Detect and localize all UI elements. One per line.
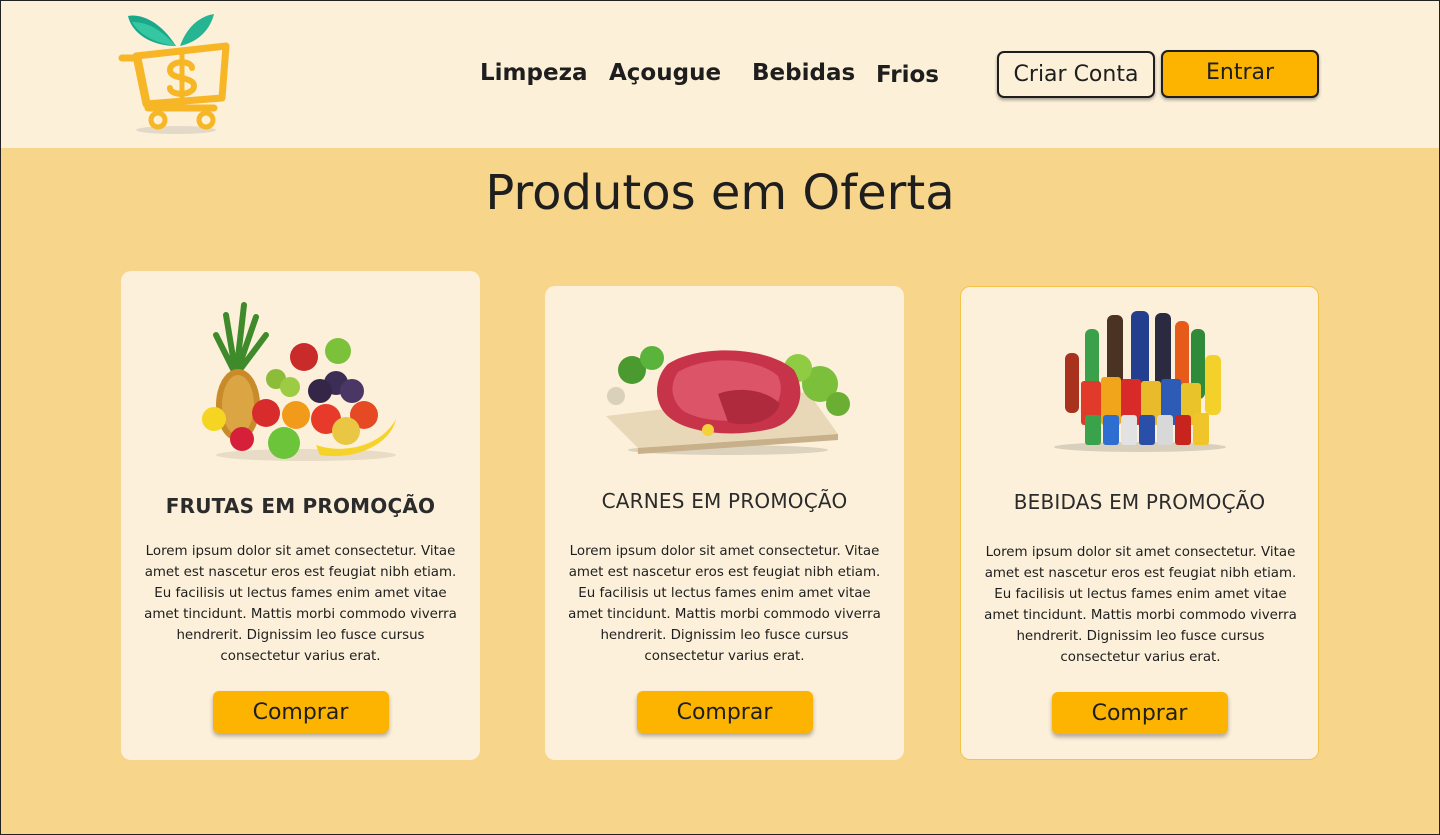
product-card-fruits: FRUTAS EM PROMOÇÃO Lorem ipsum dolor sit…: [121, 271, 480, 760]
create-account-button[interactable]: Criar Conta: [997, 51, 1155, 98]
site-header: Limpeza Açougue Bebidas Frios Criar Cont…: [0, 0, 1440, 148]
product-card-drinks: BEBIDAS EM PROMOÇÃO Lorem ipsum dolor si…: [960, 286, 1319, 760]
nav-link-bebidas[interactable]: Bebidas: [752, 60, 855, 86]
fruits-image: [201, 302, 396, 461]
page-title: Produtos em Oferta: [485, 165, 955, 221]
meat-image: [605, 346, 850, 455]
product-card-meat: CARNES EM PROMOÇÃO Lorem ipsum dolor sit…: [545, 286, 904, 760]
card-title: BEBIDAS EM PROMOÇÃO: [1013, 490, 1266, 514]
login-button[interactable]: Entrar: [1161, 50, 1319, 98]
drinks-image: [1053, 311, 1226, 452]
card-title: CARNES EM PROMOÇÃO: [601, 489, 848, 513]
nav-link-acougue[interactable]: Açougue: [609, 60, 721, 86]
cart-logo-icon[interactable]: [118, 12, 234, 136]
buy-drinks-button[interactable]: Comprar: [1051, 692, 1228, 734]
nav-link-frios[interactable]: Frios: [876, 62, 939, 88]
card-description: Lorem ipsum dolor sit amet consectetur. …: [984, 545, 1297, 665]
card-title: FRUTAS EM PROMOÇÃO: [165, 494, 436, 518]
card-description: Lorem ipsum dolor sit amet consectetur. …: [568, 544, 881, 664]
card-description: Lorem ipsum dolor sit amet consectetur. …: [144, 544, 457, 664]
nav-link-limpeza[interactable]: Limpeza: [480, 60, 587, 86]
buy-fruits-button[interactable]: Comprar: [212, 691, 389, 733]
buy-meat-button[interactable]: Comprar: [636, 691, 813, 733]
